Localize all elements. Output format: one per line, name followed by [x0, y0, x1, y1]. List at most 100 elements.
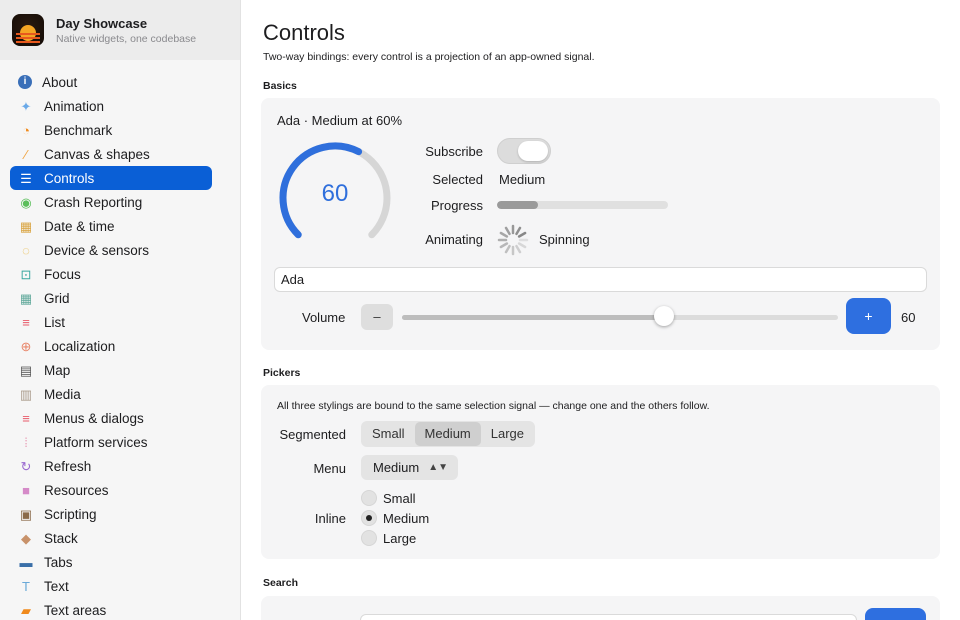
sidebar-item-canvas-shapes[interactable]: ⁄ Canvas & shapes	[10, 142, 212, 166]
segment-small[interactable]: Small	[362, 422, 415, 446]
sidebar-item-refresh[interactable]: ↻ Refresh	[10, 454, 212, 478]
sidebar-item-menus-dialogs[interactable]: ≡ Menus & dialogs	[10, 406, 212, 430]
sidebar-item-tabs[interactable]: ▬ Tabs	[10, 550, 212, 574]
dots-grid-icon: ⁞	[24, 434, 28, 450]
segment-medium[interactable]: Medium	[414, 422, 481, 446]
volume-value: 60	[901, 310, 916, 325]
pickers-description: All three stylings are bound to the same…	[277, 400, 710, 412]
search-button[interactable]	[865, 608, 926, 620]
globe-icon: ⊕	[20, 338, 32, 354]
sidebar-item-platform-services[interactable]: ⁞ Platform services	[10, 430, 212, 454]
sparkles-icon: ✦	[20, 98, 32, 114]
animating-value: Spinning	[539, 232, 590, 247]
sidebar-item-localization[interactable]: ⊕ Localization	[10, 334, 212, 358]
menu-label: Menu	[313, 461, 346, 476]
stack-icon: ◆	[21, 530, 31, 546]
sidebar: Day Showcase Native widgets, one codebas…	[0, 0, 241, 620]
sidebar-item-text[interactable]: T Text	[10, 574, 212, 598]
calendar-icon: ▦	[19, 218, 33, 234]
selected-value: Medium	[499, 172, 546, 187]
sidebar-item-label: Resources	[44, 482, 109, 498]
sidebar-item-label: Controls	[44, 170, 95, 186]
sidebar-item-scripting[interactable]: ▣ Scripting	[10, 502, 212, 526]
progress-label: Progress	[430, 198, 483, 213]
sidebar-item-list[interactable]: ≡ List	[10, 310, 212, 334]
radio-button[interactable]	[361, 490, 377, 506]
broadcast-icon: ◉	[20, 194, 32, 210]
sidebar-item-label: Canvas & shapes	[44, 146, 150, 162]
focus-icon: ⊡	[20, 266, 32, 282]
radio-option-medium[interactable]: Medium	[361, 509, 429, 527]
radio-button[interactable]	[361, 530, 377, 546]
info-icon: i	[18, 75, 32, 89]
sidebar-item-label: Text areas	[44, 602, 107, 618]
sidebar-item-device-sensors[interactable]: ◌ Device & sensors	[10, 238, 212, 262]
segmented-control: Small Medium Large	[361, 421, 536, 447]
sidebar-item-map[interactable]: ▤ Map	[10, 358, 212, 382]
volume-decrement-button[interactable]: –	[361, 304, 393, 330]
subscribe-toggle[interactable]	[497, 138, 551, 164]
selected-label: Selected	[432, 172, 483, 187]
speedometer-icon: ◔	[22, 122, 30, 138]
sidebar-item-label: Device & sensors	[44, 242, 150, 258]
sliders-icon: ☰	[20, 170, 32, 186]
page-title: Controls	[263, 20, 345, 45]
grid-icon: ▦	[19, 290, 33, 306]
sidebar-item-resources[interactable]: ■ Resources	[10, 478, 212, 502]
volume-label: Volume	[302, 310, 346, 325]
segmented-label: Segmented	[279, 427, 347, 442]
sidebar-item-focus[interactable]: ⊡ Focus	[10, 262, 212, 286]
sidebar-item-animation[interactable]: ✦ Animation	[10, 94, 212, 118]
sidebar-item-label: Grid	[44, 290, 70, 306]
sidebar-item-media[interactable]: ▥ Media	[10, 382, 212, 406]
sidebar-item-stack[interactable]: ◆ Stack	[10, 526, 212, 550]
list-icon: ≡	[22, 314, 30, 330]
inline-label: Inline	[314, 511, 346, 526]
chevron-updown-icon: ▲▼	[428, 462, 448, 473]
section-label-pickers: Pickers	[263, 367, 301, 379]
section-label-search: Search	[263, 577, 299, 589]
brush-icon: ⁄	[24, 146, 28, 162]
progress-bar	[497, 201, 668, 209]
sidebar-item-about[interactable]: i About	[10, 70, 212, 94]
sensor-icon: ◌	[22, 242, 30, 258]
sidebar-item-label: Animation	[44, 98, 105, 114]
radio-option-large[interactable]: Large	[361, 529, 416, 547]
volume-increment-button[interactable]: +	[846, 298, 891, 334]
radio-button[interactable]	[361, 510, 377, 526]
sidebar-item-controls[interactable]: ☰ Controls	[10, 166, 212, 190]
folder-icon: ■	[22, 482, 30, 498]
sidebar-item-label: Focus	[44, 266, 81, 282]
segment-large[interactable]: Large	[481, 422, 534, 446]
sidebar-item-grid[interactable]: ▦ Grid	[10, 286, 212, 310]
sidebar-item-label: Scripting	[44, 506, 97, 522]
refresh-icon: ↻	[20, 458, 32, 474]
animating-label: Animating	[425, 232, 483, 247]
app-subtitle: Native widgets, one codebase	[56, 32, 197, 45]
sidebar-item-benchmark[interactable]: ◔ Benchmark	[10, 118, 212, 142]
menu-picker[interactable]: Medium ▲▼	[361, 455, 458, 480]
app-header: Day Showcase Native widgets, one codebas…	[0, 0, 240, 60]
sidebar-item-label: List	[44, 314, 66, 330]
search-input[interactable]	[360, 614, 857, 620]
map-icon: ▤	[19, 362, 33, 378]
radio-option-small[interactable]: Small	[361, 489, 416, 507]
sidebar-item-label: Tabs	[44, 554, 73, 570]
sidebar-item-label: Text	[44, 578, 69, 594]
sidebar-item-label: About	[42, 74, 78, 90]
sidebar-item-label: Refresh	[44, 458, 92, 474]
sidebar-item-crash-reporting[interactable]: ◉ Crash Reporting	[10, 190, 212, 214]
main-content: Controls Two-way bindings: every control…	[241, 0, 960, 620]
app-logo-icon	[12, 14, 44, 46]
gauge-value: 60	[321, 180, 349, 207]
volume-slider[interactable]	[402, 315, 838, 320]
basics-card: Ada · Medium at 60% 60 Subscribe Selecte…	[261, 98, 940, 350]
name-field[interactable]	[274, 267, 927, 292]
sidebar-item-text-areas[interactable]: ▰ Text areas	[10, 598, 212, 620]
terminal-icon: ▣	[19, 506, 33, 522]
radio-label: Medium	[383, 510, 430, 526]
sidebar-item-date-time[interactable]: ▦ Date & time	[10, 214, 212, 238]
app-title: Day Showcase	[56, 15, 148, 31]
volume-slider-knob[interactable]	[653, 306, 674, 326]
sidebar-item-label: Stack	[44, 530, 78, 546]
